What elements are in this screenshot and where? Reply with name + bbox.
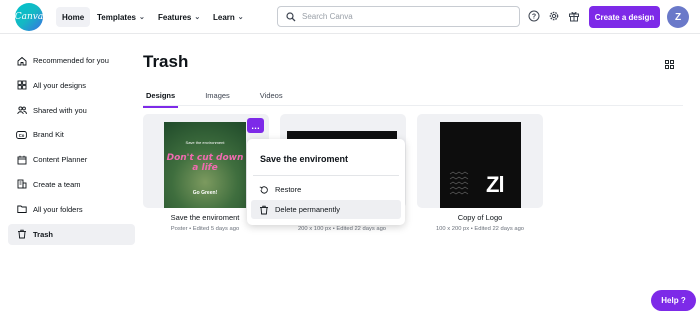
chevron-down-icon: ⌄ bbox=[138, 14, 145, 21]
search-icon bbox=[286, 11, 296, 21]
thumbnail-title-text: Don't cut down a life bbox=[166, 153, 244, 173]
more-options-button[interactable]: … bbox=[247, 118, 264, 133]
trash-icon bbox=[16, 229, 27, 240]
grid-icon bbox=[16, 80, 27, 91]
sidebar-item-recommended[interactable]: Recommended for you bbox=[8, 50, 135, 71]
design-meta-2: 200 x 100 px • Edited 22 days ago bbox=[297, 226, 387, 232]
chevron-down-icon: ⌄ bbox=[194, 14, 201, 21]
design-thumbnail-3[interactable]: Zl bbox=[440, 122, 521, 208]
sidebar-item-content-planner[interactable]: Content Planner bbox=[8, 149, 135, 170]
calendar-icon bbox=[16, 154, 27, 165]
brand-kit-icon: Co bbox=[16, 129, 27, 140]
create-design-button[interactable]: Create a design bbox=[589, 6, 660, 28]
building-icon bbox=[16, 179, 27, 190]
sidebar-item-shared[interactable]: Shared with you bbox=[8, 100, 135, 121]
sidebar: Recommended for you All your designs Sha… bbox=[8, 50, 135, 248]
nav-features[interactable]: Features ⌄ bbox=[152, 7, 206, 27]
restore-icon bbox=[259, 185, 269, 195]
avatar[interactable]: Z bbox=[667, 6, 689, 28]
design-options-menu: Save the enviroment Restore Delete perma… bbox=[247, 139, 405, 225]
svg-text:Co: Co bbox=[19, 133, 25, 138]
help-circle-icon[interactable]: ? bbox=[527, 9, 541, 23]
thumbnail-small-text: Save the environment bbox=[185, 140, 225, 145]
thumbnail-subtitle-text: Go Green! bbox=[192, 190, 218, 196]
gear-icon[interactable] bbox=[547, 9, 561, 23]
thumbnail-logo-text: Zl bbox=[486, 172, 505, 197]
nav-features-label: Features bbox=[158, 12, 192, 22]
sidebar-item-label: Brand Kit bbox=[33, 130, 64, 140]
people-icon bbox=[16, 105, 27, 116]
menu-divider bbox=[253, 175, 399, 176]
delete-permanently-menu-item[interactable]: Delete permanently bbox=[251, 200, 401, 219]
top-bar: Canva Home Templates ⌄ Features ⌄ Learn … bbox=[0, 0, 700, 34]
sidebar-item-label: Shared with you bbox=[33, 105, 87, 115]
wave-pattern bbox=[449, 171, 469, 195]
sidebar-item-label: Create a team bbox=[33, 179, 81, 189]
nav-templates[interactable]: Templates ⌄ bbox=[91, 7, 151, 27]
gift-icon[interactable] bbox=[567, 9, 581, 23]
design-thumbnail-1[interactable]: Save the environment Don't cut down a li… bbox=[164, 122, 246, 208]
grid-view-icon[interactable] bbox=[665, 56, 674, 74]
delete-permanently-label: Delete permanently bbox=[275, 205, 341, 214]
nav-home-label: Home bbox=[62, 12, 85, 22]
sidebar-item-all-designs[interactable]: All your designs bbox=[8, 75, 135, 96]
sidebar-item-folders[interactable]: All your folders bbox=[8, 199, 135, 220]
sidebar-item-label: Recommended for you bbox=[33, 56, 109, 65]
nav-learn[interactable]: Learn ⌄ bbox=[207, 7, 250, 27]
sidebar-item-label: All your folders bbox=[33, 204, 83, 214]
design-name-3[interactable]: Copy of Logo bbox=[400, 213, 560, 222]
svg-text:?: ? bbox=[532, 14, 536, 21]
design-meta-1: Poster • Edited 5 days ago bbox=[170, 226, 240, 232]
menu-title: Save the enviroment bbox=[260, 154, 349, 164]
tabs-divider bbox=[143, 105, 683, 106]
sidebar-item-label: Trash bbox=[33, 229, 54, 239]
sidebar-item-brand-kit[interactable]: Co Brand Kit bbox=[8, 124, 135, 145]
help-button[interactable]: Help ? bbox=[651, 290, 696, 311]
canva-logo[interactable]: Canva bbox=[15, 3, 43, 31]
design-meta-3: 100 x 200 px • Edited 22 days ago bbox=[435, 226, 525, 232]
page-title: Trash bbox=[143, 52, 189, 71]
restore-menu-item[interactable]: Restore bbox=[251, 180, 401, 199]
chevron-down-icon: ⌄ bbox=[237, 14, 244, 21]
search-input[interactable] bbox=[302, 12, 502, 21]
home-icon bbox=[16, 55, 27, 66]
folder-icon bbox=[16, 204, 27, 215]
nav-templates-label: Templates bbox=[97, 12, 136, 22]
restore-label: Restore bbox=[275, 185, 302, 194]
trash-icon bbox=[259, 205, 269, 215]
nav-learn-label: Learn bbox=[213, 12, 235, 22]
sidebar-item-label: All your designs bbox=[33, 80, 86, 90]
sidebar-item-trash[interactable]: Trash bbox=[8, 223, 135, 245]
nav-home[interactable]: Home bbox=[56, 7, 91, 27]
sidebar-item-label: Content Planner bbox=[33, 155, 88, 165]
search-box[interactable] bbox=[277, 6, 520, 27]
sidebar-item-create-team[interactable]: Create a team bbox=[8, 174, 135, 195]
